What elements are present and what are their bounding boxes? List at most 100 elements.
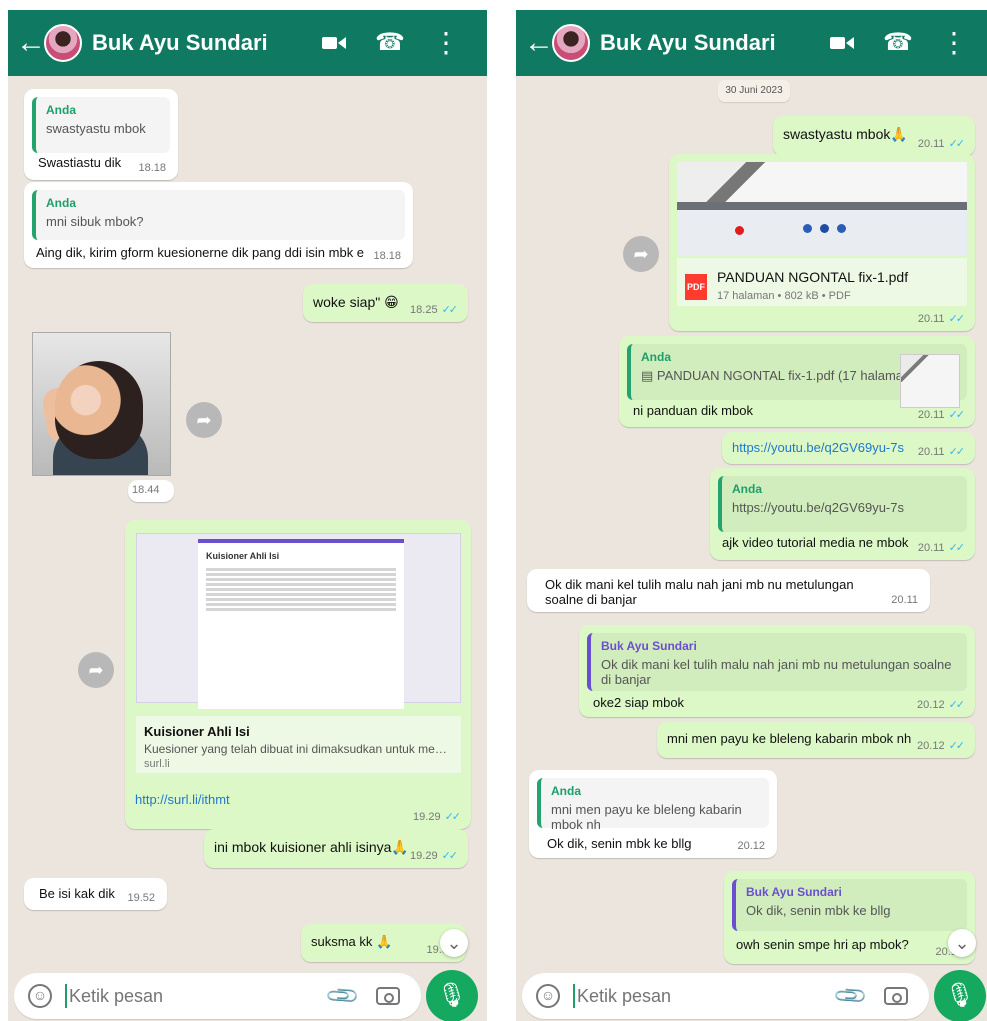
pdf-file-icon: PDF bbox=[685, 274, 707, 300]
message-time: 20.11 bbox=[891, 594, 918, 606]
incoming-message[interactable]: Ok dik mani kel tulih malu nah jani mb n… bbox=[527, 569, 930, 612]
quoted-message[interactable]: Buk Ayu Sundari Ok dik, senin mbk ke bll… bbox=[732, 879, 967, 931]
message-input-bar[interactable]: ☺ 📎 bbox=[14, 973, 421, 1019]
message-text: suksma kk 🙏 bbox=[311, 934, 393, 949]
quote-text: Ok dik mani kel tulih malu nah jani mb n… bbox=[601, 657, 952, 687]
message-text: ni panduan dik mbok bbox=[633, 403, 753, 418]
left-chat-window: ← Buk Ayu Sundari ☎ ⋮ Anda swastyastu mb… bbox=[8, 10, 487, 1021]
camera-icon[interactable] bbox=[376, 987, 401, 1005]
document-text-line bbox=[206, 603, 396, 606]
outgoing-message[interactable]: swastyastu mbok🙏 20.11 ✓✓ bbox=[773, 116, 975, 156]
read-receipt-icon: ✓✓ bbox=[948, 409, 966, 421]
outgoing-link-preview-message[interactable]: Kuisioner Ahli Isi Kuisioner Ahli Isi Ku… bbox=[125, 520, 471, 829]
quoted-message[interactable]: Anda mni sibuk mbok? bbox=[32, 190, 405, 240]
quoted-message[interactable]: Anda mni men payu ke bleleng kabarin mbo… bbox=[537, 778, 769, 832]
message-input[interactable] bbox=[69, 985, 319, 1007]
read-receipt-icon: ✓✓ bbox=[441, 304, 459, 316]
outgoing-message[interactable]: mni men payu ke bleleng kabarin mbok nh … bbox=[657, 722, 975, 758]
quoted-message[interactable]: Anda swastyastu mbok bbox=[32, 97, 170, 153]
microphone-icon[interactable]: 🎙 bbox=[934, 970, 986, 1021]
document-text-line bbox=[206, 598, 396, 601]
outgoing-message[interactable]: woke siap" 😁 18.25 ✓✓ bbox=[303, 284, 468, 322]
shared-photo[interactable] bbox=[32, 332, 171, 476]
message-input-bar[interactable]: ☺ 📎 bbox=[522, 973, 929, 1019]
pdf-preview-logo bbox=[820, 224, 829, 233]
document-text-line bbox=[206, 568, 396, 571]
read-receipt-icon: ✓✓ bbox=[948, 542, 966, 554]
chat-header: ← Buk Ayu Sundari ☎ ⋮ bbox=[8, 10, 487, 76]
pdf-preview-image[interactable] bbox=[677, 162, 967, 256]
outgoing-message-reply[interactable]: Anda ▤ PANDUAN NGONTAL fix-1.pdf (17 hal… bbox=[619, 336, 975, 427]
forward-icon[interactable]: ➦ bbox=[78, 652, 114, 688]
back-arrow-icon[interactable]: ← bbox=[16, 28, 46, 58]
read-receipt-icon: ✓✓ bbox=[444, 811, 462, 823]
quoted-message[interactable]: Buk Ayu Sundari Ok dik mani kel tulih ma… bbox=[587, 633, 967, 691]
pdf-preview-logo bbox=[837, 224, 846, 233]
outgoing-link-message[interactable]: https://youtu.be/q2GV69yu-7s 20.11 ✓✓ bbox=[722, 432, 975, 464]
link-title: Kuisioner Ahli Isi bbox=[144, 724, 250, 739]
outgoing-message-reply[interactable]: Anda https://youtu.be/q2GV69yu-7s ajk vi… bbox=[710, 468, 975, 560]
link-preview-card[interactable]: Kuisioner Ahli Isi Kuesioner yang telah … bbox=[136, 716, 461, 773]
message-link[interactable]: https://youtu.be/q2GV69yu-7s bbox=[732, 440, 904, 455]
voice-call-icon[interactable]: ☎ bbox=[375, 31, 405, 55]
document-page-title: Kuisioner Ahli Isi bbox=[206, 551, 280, 561]
microphone-icon[interactable]: 🎙 bbox=[426, 970, 478, 1021]
attachment-icon[interactable]: 📎 bbox=[832, 977, 870, 1015]
contact-avatar[interactable] bbox=[44, 24, 82, 62]
outgoing-pdf-message[interactable]: PDF PANDUAN NGONTAL fix-1.pdf 17 halaman… bbox=[669, 154, 975, 331]
more-options-icon[interactable]: ⋮ bbox=[940, 29, 968, 57]
incoming-message-reply[interactable]: Anda mni sibuk mbok? Aing dik, kirim gfo… bbox=[24, 182, 413, 268]
text-cursor bbox=[65, 984, 67, 1008]
video-call-icon[interactable] bbox=[830, 31, 854, 55]
outgoing-message-reply[interactable]: Buk Ayu Sundari Ok dik, senin mbk ke bll… bbox=[724, 871, 975, 964]
document-preview-card[interactable]: Kuisioner Ahli Isi bbox=[136, 533, 461, 709]
emoji-icon[interactable]: ☺ bbox=[28, 984, 52, 1008]
message-time: 20.11 ✓✓ bbox=[917, 446, 965, 458]
message-time: 20.11 ✓✓ bbox=[917, 409, 966, 421]
incoming-message-reply[interactable]: Anda mni men payu ke bleleng kabarin mbo… bbox=[529, 770, 777, 858]
outgoing-message[interactable]: ini mbok kuisioner ahli isinya🙏 19.29 ✓✓ bbox=[204, 829, 468, 868]
pdf-preview-logo bbox=[803, 224, 812, 233]
attachment-icon[interactable]: 📎 bbox=[324, 977, 362, 1015]
document-text-line bbox=[206, 578, 396, 581]
back-arrow-icon[interactable]: ← bbox=[524, 28, 554, 58]
emoji-icon[interactable]: ☺ bbox=[536, 984, 560, 1008]
forward-icon[interactable]: ➦ bbox=[186, 402, 222, 438]
contact-name[interactable]: Buk Ayu Sundari bbox=[92, 30, 302, 56]
message-time: 20.11 ✓✓ bbox=[917, 542, 966, 554]
date-chip: 30 Juni 2023 bbox=[718, 80, 790, 102]
document-text-line bbox=[206, 583, 396, 586]
contact-name[interactable]: Buk Ayu Sundari bbox=[600, 30, 810, 56]
pdf-info-card[interactable]: PDF PANDUAN NGONTAL fix-1.pdf 17 halaman… bbox=[677, 258, 967, 306]
scroll-down-icon[interactable]: ⌄ bbox=[948, 929, 976, 957]
message-link[interactable]: http://surl.li/ithmt bbox=[135, 792, 230, 807]
forward-icon[interactable]: ➦ bbox=[623, 236, 659, 272]
voice-call-icon[interactable]: ☎ bbox=[883, 31, 913, 55]
incoming-message[interactable]: Be isi kak dik 19.52 bbox=[24, 878, 167, 910]
pdf-preview-machine bbox=[677, 202, 967, 256]
message-time: 19.52 bbox=[127, 892, 155, 904]
read-receipt-icon: ✓✓ bbox=[948, 138, 966, 150]
message-time: 20.12 bbox=[737, 840, 765, 852]
message-time: 19.29 ✓✓ bbox=[410, 850, 458, 862]
quoted-message[interactable]: Anda https://youtu.be/q2GV69yu-7s bbox=[718, 476, 967, 532]
scroll-down-icon[interactable]: ⌄ bbox=[440, 929, 468, 957]
pdf-preview-red-button bbox=[735, 226, 744, 235]
message-text: ajk video tutorial media ne mbok bbox=[722, 535, 909, 550]
message-text: owh senin smpe hri ap mbok? bbox=[736, 937, 909, 952]
more-options-icon[interactable]: ⋮ bbox=[432, 29, 460, 57]
message-input[interactable] bbox=[577, 985, 827, 1007]
pdf-metadata: 17 halaman • 802 kB • PDF bbox=[717, 290, 851, 302]
read-receipt-icon: ✓✓ bbox=[948, 699, 966, 711]
quoted-pdf-thumbnail bbox=[900, 354, 960, 408]
outgoing-message-reply[interactable]: Buk Ayu Sundari Ok dik mani kel tulih ma… bbox=[579, 625, 975, 717]
video-call-icon[interactable] bbox=[322, 31, 346, 55]
pdf-title: PANDUAN NGONTAL fix-1.pdf bbox=[717, 269, 909, 285]
camera-icon[interactable] bbox=[884, 987, 909, 1005]
quote-author: Buk Ayu Sundari bbox=[746, 885, 842, 899]
incoming-message-reply[interactable]: Anda swastyastu mbok Swastiastu dik 18.1… bbox=[24, 89, 178, 180]
quoted-pdf-message[interactable]: Anda ▤ PANDUAN NGONTAL fix-1.pdf (17 hal… bbox=[627, 344, 967, 408]
document-text-line bbox=[206, 573, 396, 576]
message-time: 18.44 bbox=[132, 484, 160, 496]
contact-avatar[interactable] bbox=[552, 24, 590, 62]
